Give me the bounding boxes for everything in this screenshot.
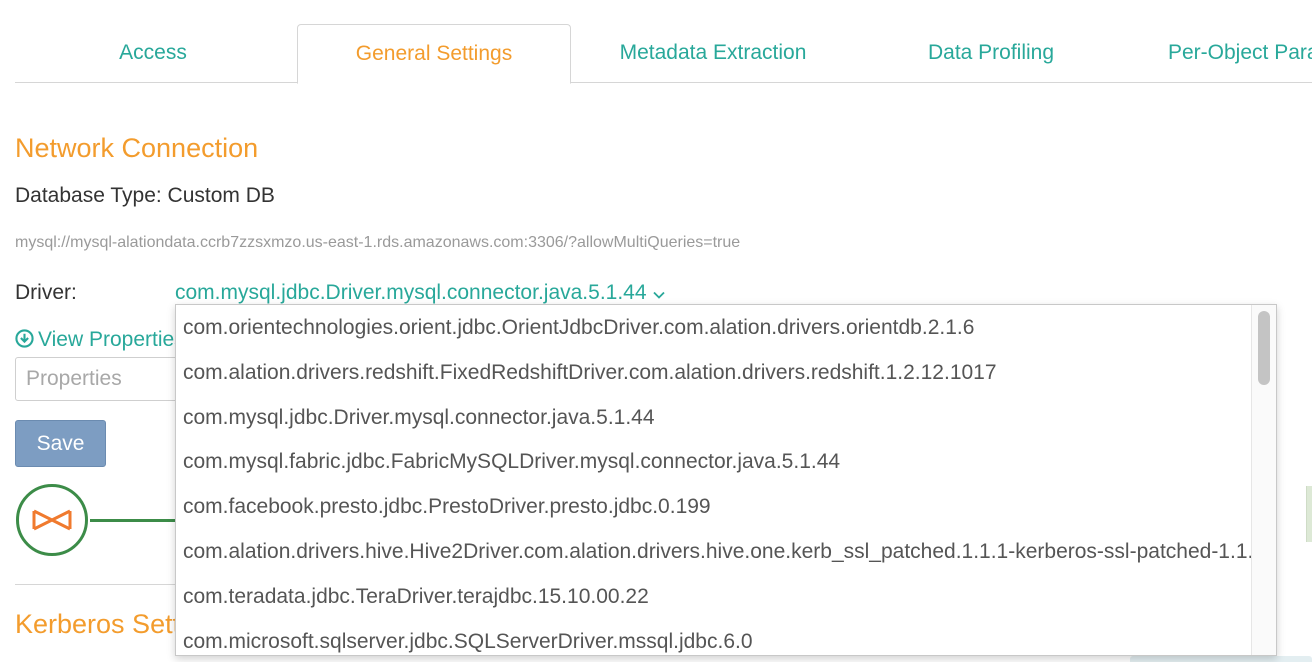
dropdown-scrollbar[interactable] xyxy=(1251,305,1276,655)
view-properties-label: View Properties xyxy=(38,328,185,351)
tab-per-object-parameters[interactable]: Per-Object Para xyxy=(1168,24,1312,82)
chevron-down-icon xyxy=(652,281,665,305)
bowtie-connection-icon xyxy=(32,509,72,531)
save-button[interactable]: Save xyxy=(15,420,106,467)
tab-metadata-extraction[interactable]: Metadata Extraction xyxy=(605,24,821,82)
circle-down-arrow-icon xyxy=(15,329,34,348)
driver-option[interactable]: com.orientechnologies.orient.jdbc.Orient… xyxy=(183,316,974,340)
status-panel-edge xyxy=(1306,486,1312,542)
driver-option[interactable]: com.alation.drivers.redshift.FixedRedshi… xyxy=(183,361,997,385)
tabbar-divider xyxy=(15,82,1312,83)
tab-general-settings[interactable]: General Settings xyxy=(297,24,571,84)
network-connection-heading: Network Connection xyxy=(15,133,259,163)
driver-dropdown-list[interactable]: com.orientechnologies.orient.jdbc.Orient… xyxy=(175,304,1277,656)
jdbc-uri-text: mysql://mysql-alationdata.ccrb7zzsxmzo.u… xyxy=(15,234,741,251)
section-divider xyxy=(15,584,180,585)
connection-line xyxy=(90,519,180,522)
tab-access[interactable]: Access xyxy=(72,24,234,82)
database-type-text: Database Type: Custom DB xyxy=(15,184,275,207)
driver-option[interactable]: com.microsoft.sqlserver.jdbc.SQLServerDr… xyxy=(183,630,753,654)
driver-option[interactable]: com.mysql.jdbc.Driver.mysql.connector.ja… xyxy=(183,406,655,430)
bottom-panel-edge xyxy=(1130,656,1312,662)
kerberos-settings-heading: Kerberos Sett xyxy=(15,609,181,639)
connection-status-circle xyxy=(16,484,88,556)
driver-option[interactable]: com.alation.drivers.hive.Hive2Driver.com… xyxy=(183,540,1265,564)
tab-data-profiling[interactable]: Data Profiling xyxy=(917,24,1065,82)
driver-option[interactable]: com.facebook.presto.jdbc.PrestoDriver.pr… xyxy=(183,495,711,519)
driver-select[interactable]: com.mysql.jdbc.Driver.mysql.connector.ja… xyxy=(175,281,665,305)
scrollbar-thumb[interactable] xyxy=(1258,311,1270,385)
driver-option[interactable]: com.teradata.jdbc.TeraDriver.terajdbc.15… xyxy=(183,585,649,609)
driver-selected-value: com.mysql.jdbc.Driver.mysql.connector.ja… xyxy=(175,281,647,304)
driver-option[interactable]: com.mysql.fabric.jdbc.FabricMySQLDriver.… xyxy=(183,450,840,474)
view-properties-link[interactable]: View Properties xyxy=(15,328,185,352)
driver-label: Driver: xyxy=(15,281,77,304)
settings-tabbar: Access General Settings Metadata Extract… xyxy=(15,24,1312,84)
